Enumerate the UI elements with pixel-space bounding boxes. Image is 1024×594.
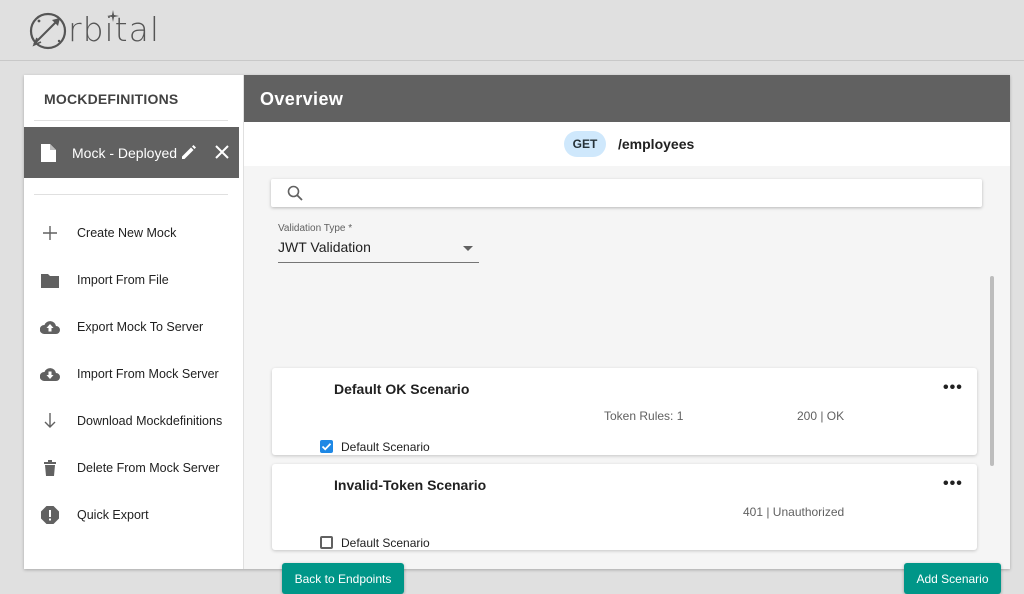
- sidebar-item-label: Create New Mock: [77, 226, 177, 240]
- sidebar-item-quick-export[interactable]: Quick Export: [24, 495, 243, 535]
- endpoint-path: /employees: [618, 136, 695, 152]
- scenario-status: 401 | Unauthorized: [743, 505, 845, 519]
- sidebar-item-label: Export Mock To Server: [77, 320, 204, 334]
- default-scenario-checkbox[interactable]: [320, 536, 333, 549]
- sidebar-mock-deployed[interactable]: Mock - Deployed: [24, 127, 239, 178]
- more-options-icon[interactable]: •••: [943, 475, 963, 493]
- content-area: Overview GET /employees Validation Type …: [244, 75, 1010, 594]
- arrow-down-icon: [40, 411, 60, 431]
- trash-icon: [40, 458, 60, 478]
- validation-type-label: Validation Type *: [278, 223, 353, 234]
- validation-type-select[interactable]: JWT Validation: [278, 238, 479, 263]
- scenario-card[interactable]: Invalid-Token Scenario ••• 401 | Unautho…: [272, 464, 977, 550]
- scenario-card[interactable]: Default OK Scenario ••• Token Rules: 1 2…: [272, 368, 977, 455]
- default-scenario-label: Default Scenario: [341, 440, 430, 454]
- default-scenario-checkbox[interactable]: [320, 440, 333, 453]
- endpoint-row: GET /employees: [244, 122, 1010, 166]
- more-options-icon[interactable]: •••: [943, 379, 963, 397]
- alert-octagon-icon: [40, 505, 60, 525]
- cloud-upload-icon: [40, 317, 60, 337]
- orbital-rocket-icon: [29, 12, 67, 50]
- scrollbar[interactable]: [990, 276, 994, 466]
- add-scenario-button[interactable]: Add Scenario: [904, 563, 1001, 594]
- sidebar-item-label: Download Mockdefinitions: [77, 414, 223, 428]
- sidebar-title: MOCKDEFINITIONS: [44, 91, 179, 107]
- search-input[interactable]: [315, 183, 969, 205]
- sidebar-item-import-from-file[interactable]: Import From File: [24, 260, 243, 300]
- sidebar-item-export-mock-to-server[interactable]: Export Mock To Server: [24, 307, 243, 347]
- sidebar-item-label: Delete From Mock Server: [77, 461, 220, 475]
- overview-header: Overview: [244, 75, 1010, 122]
- sidebar-divider: [34, 194, 228, 195]
- page-title: Overview: [260, 89, 344, 109]
- checkmark-icon: [321, 443, 332, 451]
- sidebar-item-label: Quick Export: [77, 508, 149, 522]
- document-icon: [41, 143, 56, 162]
- plus-icon: [40, 223, 60, 243]
- search-bar[interactable]: [271, 179, 982, 207]
- scenario-status: 200 | OK: [797, 409, 845, 423]
- sidebar: MOCKDEFINITIONS Mock - Deployed Create N…: [24, 75, 244, 569]
- app-logo[interactable]: rbital: [26, 6, 160, 54]
- cloud-download-icon: [40, 364, 60, 384]
- scenario-name: Default OK Scenario: [334, 381, 470, 397]
- sidebar-item-download-mockdefinitions[interactable]: Download Mockdefinitions: [24, 401, 243, 441]
- chevron-down-icon: [463, 246, 473, 251]
- mock-label: Mock - Deployed: [72, 144, 178, 161]
- back-to-endpoints-button[interactable]: Back to Endpoints: [282, 563, 404, 594]
- sidebar-item-label: Import From File: [77, 273, 169, 287]
- search-icon: [287, 185, 303, 201]
- sidebar-item-delete-from-mock-server[interactable]: Delete From Mock Server: [24, 448, 243, 488]
- method-badge: GET: [564, 131, 606, 157]
- validation-type-value: JWT Validation: [278, 239, 371, 255]
- close-icon[interactable]: [214, 144, 230, 160]
- default-scenario-label: Default Scenario: [341, 536, 430, 550]
- sidebar-item-import-from-mock-server[interactable]: Import From Mock Server: [24, 354, 243, 394]
- pencil-icon[interactable]: [180, 143, 198, 161]
- app-header: rbital: [0, 0, 1024, 61]
- sidebar-item-label: Import From Mock Server: [77, 367, 219, 381]
- sidebar-item-create-new-mock[interactable]: Create New Mock: [24, 213, 243, 253]
- scenario-name: Invalid-Token Scenario: [334, 477, 487, 493]
- main-card: MOCKDEFINITIONS Mock - Deployed Create N…: [24, 75, 1010, 594]
- token-rules: Token Rules: 1: [604, 409, 684, 423]
- logo-sparkle-icon: [107, 10, 119, 22]
- folder-icon: [40, 270, 60, 290]
- sidebar-divider: [34, 120, 228, 121]
- content-body: Validation Type * JWT Validation Default…: [244, 166, 1010, 594]
